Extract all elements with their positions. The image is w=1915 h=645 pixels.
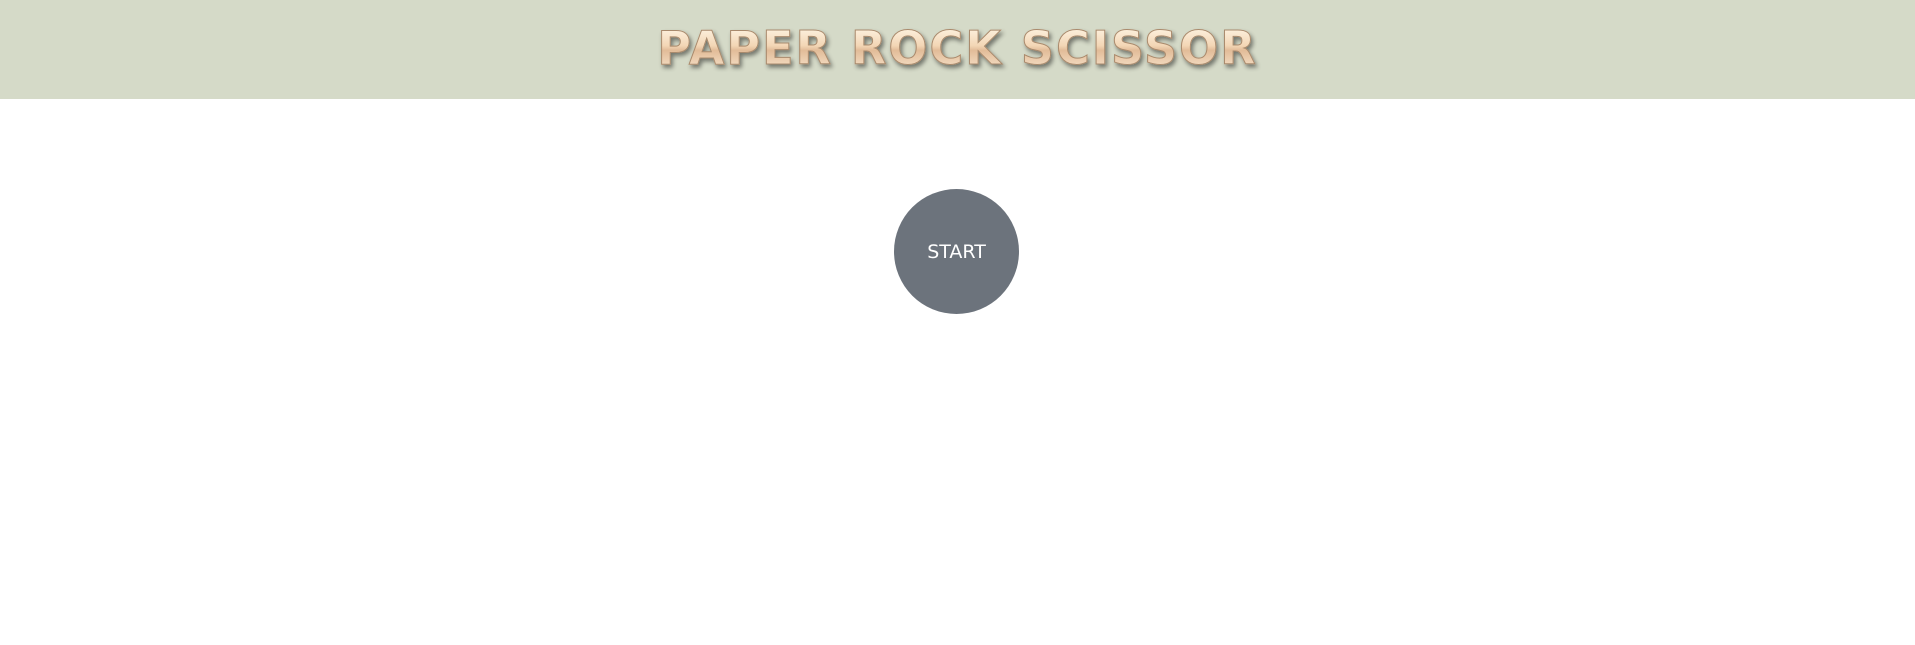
start-button[interactable]: START xyxy=(894,189,1019,314)
game-title: PAPER ROCK SCISSOR xyxy=(657,20,1258,75)
header-bar: PAPER ROCK SCISSOR xyxy=(0,0,1915,99)
game-page: PAPER ROCK SCISSOR START xyxy=(0,0,1915,645)
